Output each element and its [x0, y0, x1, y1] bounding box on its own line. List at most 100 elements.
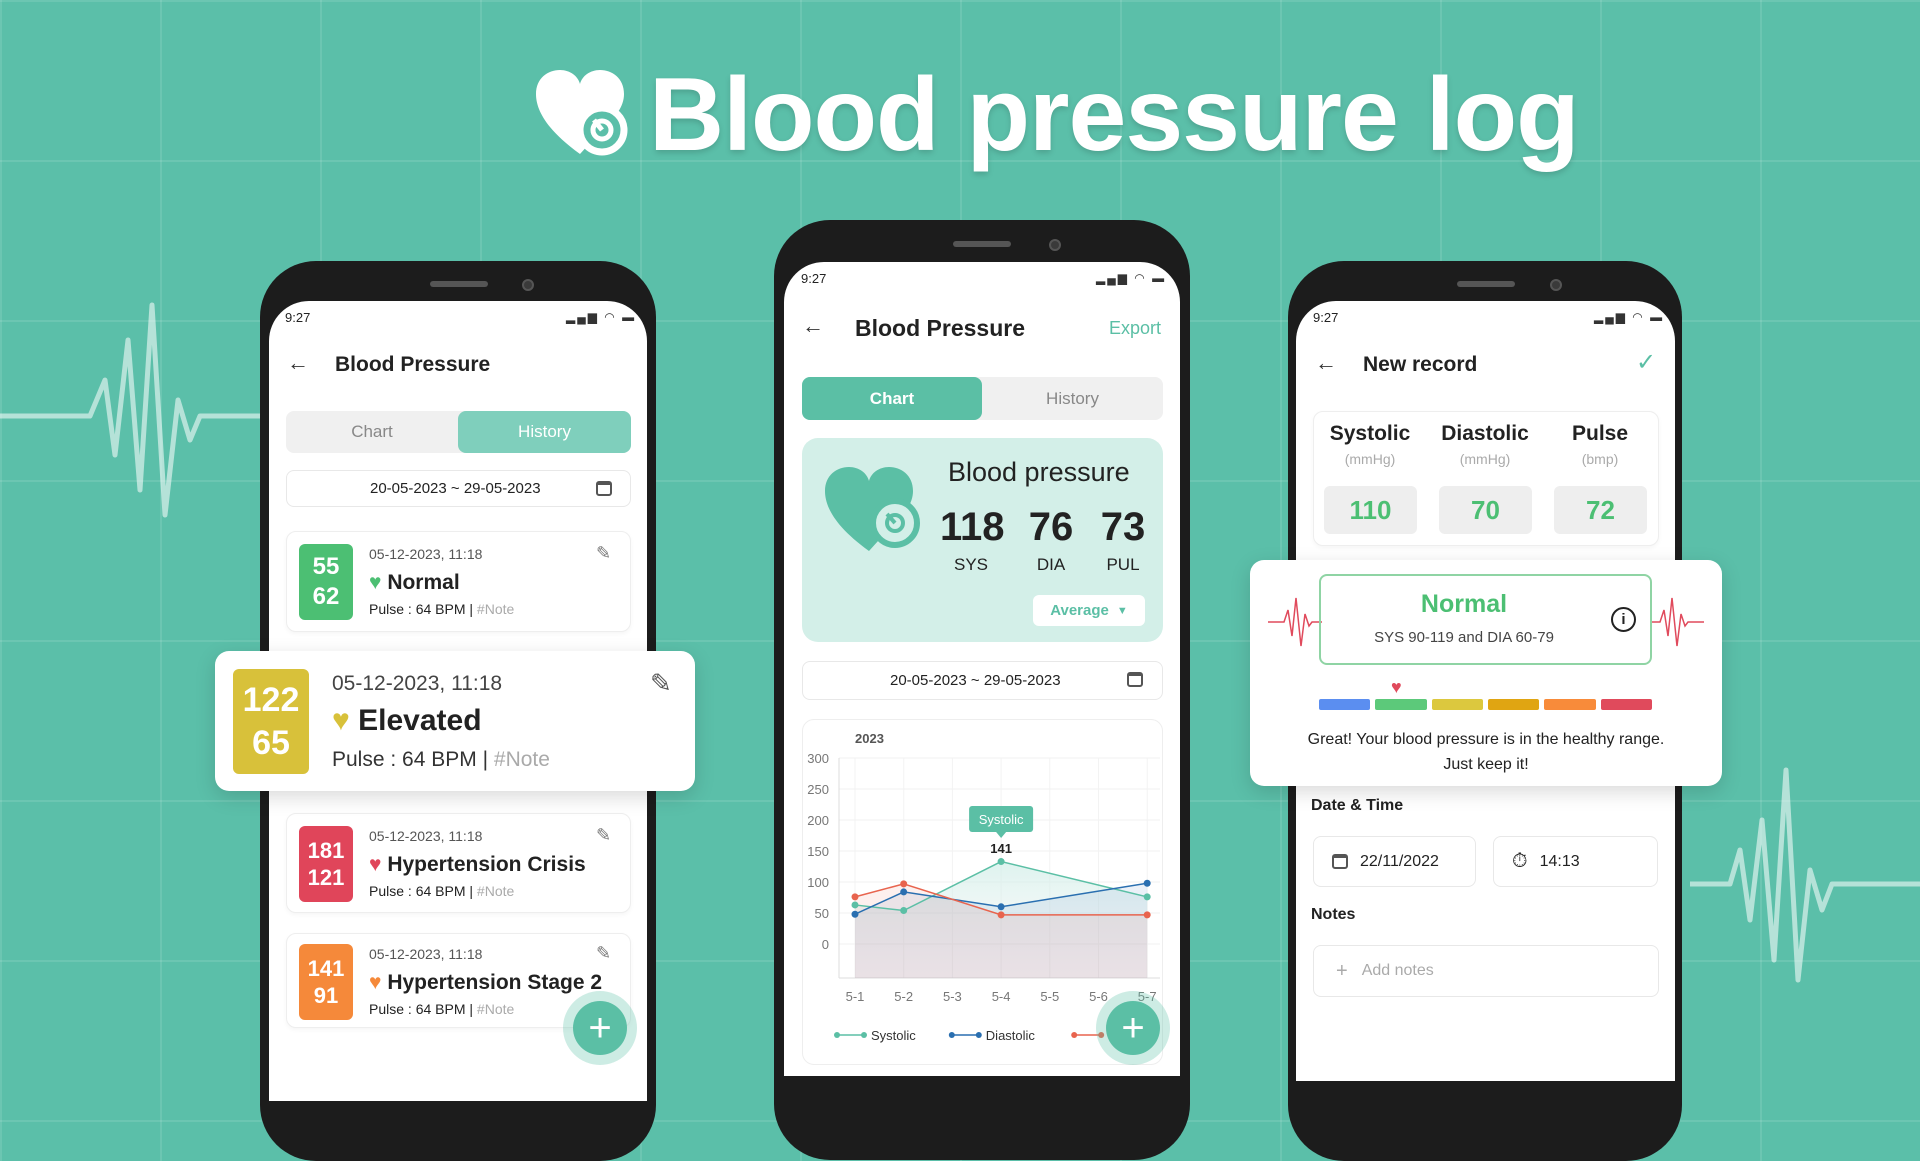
record-status: ♥ Normal: [369, 571, 460, 594]
x-tick-label: 5-2: [894, 989, 913, 1004]
y-tick-label: 50: [815, 906, 829, 921]
status-time: 9:27: [1313, 310, 1339, 325]
date-range: 20-05-2023 ~ 29-05-2023: [890, 672, 1061, 689]
y-tick-label: 300: [807, 751, 829, 766]
y-tick-label: 150: [807, 844, 829, 859]
data-point-pulse[interactable]: [900, 880, 908, 888]
data-point-systolic[interactable]: [1143, 893, 1151, 901]
bp-scale: [1319, 699, 1652, 710]
heart-gauge-icon: [825, 467, 920, 551]
y-tick-label: 0: [822, 937, 829, 952]
calendar-icon[interactable]: [596, 481, 612, 496]
scale-segment-1: [1375, 699, 1427, 710]
calendar-icon: [1332, 854, 1348, 869]
field-label: Diastolic: [1441, 422, 1529, 445]
record-datetime: 05-12-2023, 11:18: [369, 946, 483, 962]
tooltip-value: 141: [990, 841, 1012, 856]
tooltip-pointer: [996, 832, 1007, 838]
x-tick-label: 5-3: [943, 989, 962, 1004]
data-point-pulse[interactable]: [851, 893, 859, 901]
legend-marker: [1071, 1032, 1078, 1038]
tab-chart[interactable]: Chart: [802, 377, 982, 420]
record-datetime: 05-12-2023, 11:18: [369, 546, 483, 562]
pul-value: 73: [1100, 505, 1146, 549]
tooltip-label: Systolic: [979, 812, 1024, 827]
page-title: New record: [1363, 353, 1478, 376]
status-icons: ▂▄▆ ◠ ▬: [1594, 310, 1665, 324]
diastolic-input[interactable]: 70: [1439, 486, 1532, 534]
status-time: 9:27: [285, 310, 311, 325]
status-icons: ▂▄▆ ◠ ▬: [566, 310, 637, 324]
sys-label: SYS: [953, 555, 989, 574]
add-record-button[interactable]: +: [573, 1001, 627, 1055]
data-point-systolic[interactable]: [851, 901, 859, 909]
field-unit: (bmp): [1581, 451, 1619, 467]
legend-marker: [948, 1032, 955, 1038]
legend-label-systolic: Systolic: [871, 1028, 916, 1043]
legend-marker: [834, 1032, 840, 1038]
ecg-icon-right: [1650, 597, 1704, 647]
y-tick-label: 250: [807, 782, 829, 797]
heart-icon: ♥: [369, 853, 382, 876]
heart-icon: ♥: [332, 704, 350, 737]
data-point-systolic[interactable]: [997, 858, 1005, 866]
average-dropdown[interactable]: Average ▼: [1033, 595, 1145, 626]
edit-icon[interactable]: ✎: [596, 825, 611, 846]
ecg-icon-left: [1268, 597, 1322, 647]
time-field[interactable]: ⏱ 14:13: [1493, 836, 1658, 887]
reading-badge: 122 65: [233, 669, 309, 774]
status-icons: ▂▄▆ ◠ ▬: [1096, 271, 1167, 285]
timer-icon: ⏱: [1512, 850, 1528, 872]
tab-chart[interactable]: Chart: [286, 411, 458, 453]
date-field[interactable]: 22/11/2022: [1313, 836, 1476, 887]
data-point-diastolic[interactable]: [851, 910, 859, 918]
scale-segment-0: [1319, 699, 1371, 710]
export-button[interactable]: Export: [1109, 318, 1161, 339]
legend-marker: [1098, 1032, 1105, 1038]
data-point-diastolic[interactable]: [997, 903, 1005, 911]
status-box: [1319, 574, 1652, 665]
date-range: 20-05-2023 ~ 29-05-2023: [370, 480, 541, 497]
date-time-label: Date & Time: [1311, 797, 1404, 814]
x-tick-label: 5-6: [1089, 989, 1108, 1004]
edit-icon[interactable]: ✎: [596, 943, 611, 964]
record-status: ♥ Hypertension Crisis: [369, 853, 586, 876]
tab-history[interactable]: History: [982, 377, 1163, 420]
data-point-diastolic[interactable]: [1143, 879, 1151, 887]
sys-value: 118: [940, 505, 1005, 549]
heart-marker-icon: ♥: [1391, 677, 1402, 697]
info-icon[interactable]: i: [1611, 607, 1636, 632]
heart-icon: ♥: [369, 971, 382, 994]
page-title: Blood Pressure: [855, 315, 1025, 341]
save-check-icon[interactable]: ✓: [1636, 348, 1656, 377]
data-point-systolic[interactable]: [900, 907, 908, 915]
back-arrow-icon[interactable]: ←: [287, 350, 309, 376]
pulse-input[interactable]: 72: [1554, 486, 1647, 534]
back-arrow-icon[interactable]: ←: [1315, 350, 1337, 376]
tab-history[interactable]: History: [458, 411, 631, 453]
edit-icon[interactable]: ✎: [650, 668, 672, 699]
back-arrow-icon[interactable]: ←: [802, 313, 824, 339]
systolic-input[interactable]: 110: [1324, 486, 1417, 534]
record-pulse: Pulse : 64 BPM | #Note: [369, 601, 515, 617]
x-tick-label: 5-4: [992, 989, 1011, 1004]
edit-icon[interactable]: ✎: [596, 543, 611, 564]
record-pulse: Pulse : 64 BPM | #Note: [332, 748, 550, 771]
calendar-icon[interactable]: [1127, 672, 1143, 687]
reading-badge: 141 91: [299, 944, 353, 1020]
record-status: ♥ Elevated: [332, 704, 482, 737]
pul-label: PUL: [1106, 555, 1140, 574]
ecg-decoration-left: [0, 302, 260, 518]
data-point-diastolic[interactable]: [900, 888, 908, 896]
chart-title: 2023: [855, 731, 884, 746]
add-record-button[interactable]: +: [1106, 1001, 1160, 1055]
data-point-pulse[interactable]: [997, 911, 1005, 919]
record-datetime: 05-12-2023, 11:18: [332, 672, 503, 695]
scale-segment-5: [1600, 699, 1652, 710]
heart-icon: ♥: [369, 571, 382, 594]
legend-label-diastolic: Diastolic: [986, 1028, 1036, 1043]
data-point-pulse[interactable]: [1143, 911, 1151, 919]
scale-segment-4: [1544, 699, 1596, 710]
notes-input[interactable]: + Add notes: [1313, 945, 1659, 997]
bp-range: SYS 90-119 and DIA 60-79: [1374, 629, 1554, 646]
